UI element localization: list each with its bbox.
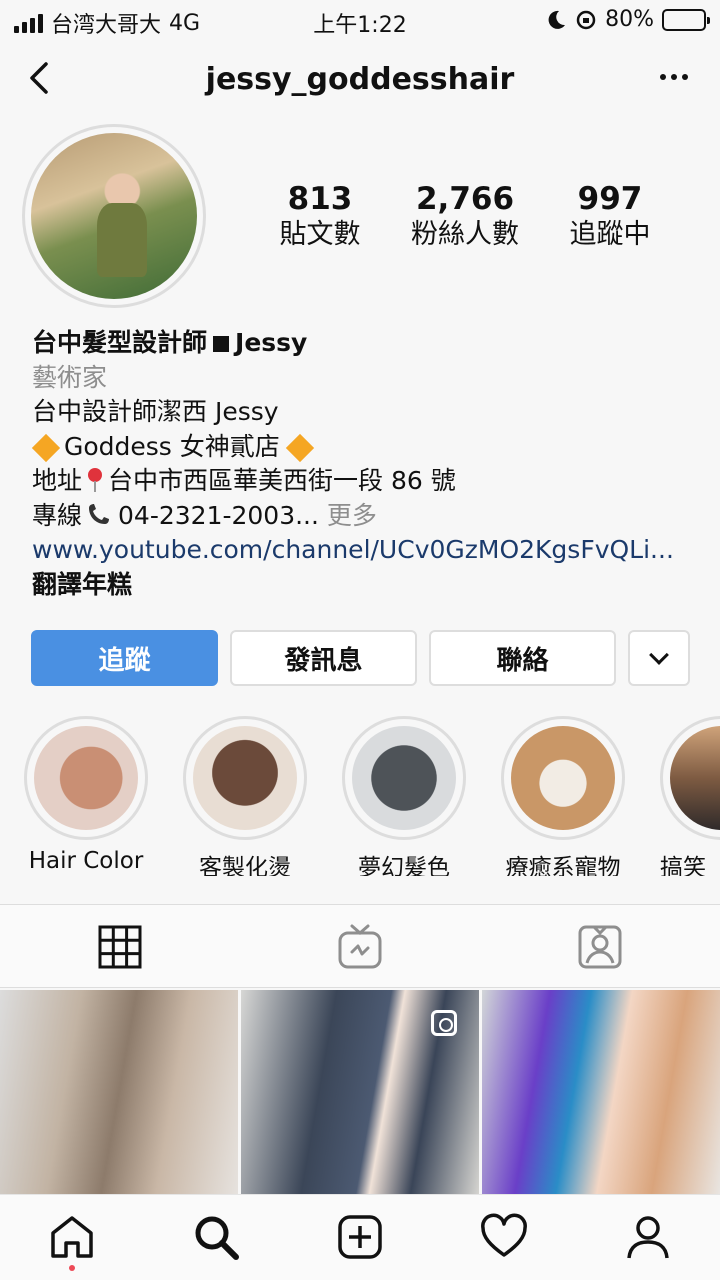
notification-dot (69, 1265, 75, 1271)
profile-bio: 台中髮型設計師 Jessy 藝術家 台中設計師潔西 Jessy Goddess 女… (31, 326, 692, 603)
chevron-down-icon (649, 645, 669, 665)
tagged-icon[interactable] (576, 923, 624, 971)
highlight-cover (352, 726, 456, 830)
highlight-item[interactable]: 療癒系寵物 (501, 716, 625, 876)
highlight-ring (660, 716, 720, 840)
post-thumbnail[interactable] (482, 990, 720, 1194)
profile-stats: 813 貼文數 2,766 粉絲人數 997 追蹤中 (250, 180, 680, 252)
search-icon[interactable] (192, 1213, 240, 1261)
username-title: jessy_goddesshair (205, 62, 515, 97)
posts-stat[interactable]: 813 貼文數 (250, 180, 390, 252)
black-square-icon (213, 336, 230, 352)
highlight-label: 搞笑 (660, 855, 706, 876)
highlight-ring (342, 716, 466, 840)
bio-line-1: 台中設計師潔西 Jessy (32, 397, 279, 426)
highlight-ring (183, 716, 307, 840)
highlight-cover (193, 726, 297, 830)
highlight-label: 夢幻髮色 (358, 855, 450, 876)
followers-stat[interactable]: 2,766 粉絲人數 (395, 180, 535, 252)
reel-icon (431, 1010, 457, 1036)
highlight-label: Hair Color (28, 848, 144, 874)
grid-icon[interactable] (96, 923, 144, 971)
category-label: 藝術家 (32, 362, 108, 392)
home-icon[interactable] (48, 1213, 96, 1261)
highlight-item[interactable]: 客製化燙 (183, 716, 307, 876)
profile-icon[interactable] (624, 1213, 672, 1261)
story-highlights: Hair Color 客製化燙 夢幻髮色 療癒系寵物 搞笑 (24, 716, 720, 876)
add-icon[interactable] (336, 1213, 384, 1261)
suggested-accounts-button[interactable] (628, 630, 690, 686)
translate-link[interactable]: 翻譯年糕 (32, 568, 692, 603)
following-stat[interactable]: 997 追蹤中 (540, 180, 680, 252)
address-prefix: 地址 (32, 466, 83, 495)
phone-text: 04-2321-2003... (118, 500, 319, 530)
post-thumbnail[interactable] (241, 990, 479, 1194)
pin-icon (88, 468, 103, 492)
followers-label: 粉絲人數 (411, 219, 519, 250)
bio-line-2-row: Goddess 女神貳店 (31, 430, 692, 465)
profile-tabs (0, 904, 720, 988)
following-label: 追蹤中 (569, 219, 651, 250)
status-bar: 台湾大哥大 4G 上午1:22 80% (0, 0, 720, 40)
bio-line-2: Goddess 女神貳店 (64, 431, 280, 461)
profile-actions: 追蹤 發訊息 聯絡 (31, 630, 691, 686)
more-options-icon[interactable] (660, 74, 688, 80)
battery-icon (662, 8, 710, 31)
highlight-item[interactable]: 搞笑 (660, 716, 720, 876)
orientation-lock-icon (576, 10, 596, 29)
following-count: 997 (577, 181, 643, 217)
contact-button[interactable]: 聯絡 (429, 630, 616, 686)
profile-avatar-ring[interactable] (22, 124, 206, 308)
highlight-label: 客製化燙 (199, 855, 291, 876)
highlight-ring (501, 716, 625, 840)
post-thumbnail[interactable] (0, 990, 238, 1194)
phone-prefix: 專線 (32, 500, 83, 530)
avatar (31, 133, 197, 299)
display-name-text: 台中髮型設計師 (32, 328, 208, 357)
bottom-navigation (0, 1194, 720, 1280)
address-text: 台中市西區華美西街一段 86 號 (108, 466, 456, 495)
display-name-suffix: Jessy (235, 328, 308, 357)
phone-icon (89, 503, 110, 524)
display-name: 台中髮型設計師 Jessy (32, 326, 692, 361)
highlight-cover (34, 726, 138, 830)
moon-icon (548, 10, 566, 29)
battery-percent: 80% (605, 7, 654, 32)
bio-phone-row: 專線 04-2321-2003... 更多 (32, 499, 692, 534)
follow-button[interactable]: 追蹤 (31, 630, 218, 686)
more-link[interactable]: 更多 (327, 501, 377, 530)
followers-count: 2,766 (415, 181, 515, 217)
highlight-label: 療癒系寵物 (505, 855, 621, 876)
posts-grid (0, 990, 720, 1194)
website-link[interactable]: www.youtube.com/channel/UCv0GzMO2KgsFvQL… (32, 533, 692, 568)
highlight-item[interactable]: Hair Color (24, 716, 148, 876)
profile-header: jessy_goddesshair (0, 52, 720, 112)
heart-icon[interactable] (480, 1213, 528, 1261)
status-right: 80% (545, 7, 710, 32)
posts-count: 813 (287, 181, 353, 217)
highlight-item[interactable]: 夢幻髮色 (342, 716, 466, 876)
message-button[interactable]: 發訊息 (230, 630, 417, 686)
highlight-cover (670, 726, 720, 830)
diamond-icon (285, 433, 314, 462)
bio-address-row: 地址 台中市西區華美西街一段 86 號 (32, 464, 692, 499)
igtv-icon[interactable] (336, 923, 384, 971)
highlight-ring (24, 716, 148, 840)
posts-label: 貼文數 (279, 219, 361, 250)
highlight-cover (511, 726, 615, 830)
diamond-icon (31, 433, 61, 462)
